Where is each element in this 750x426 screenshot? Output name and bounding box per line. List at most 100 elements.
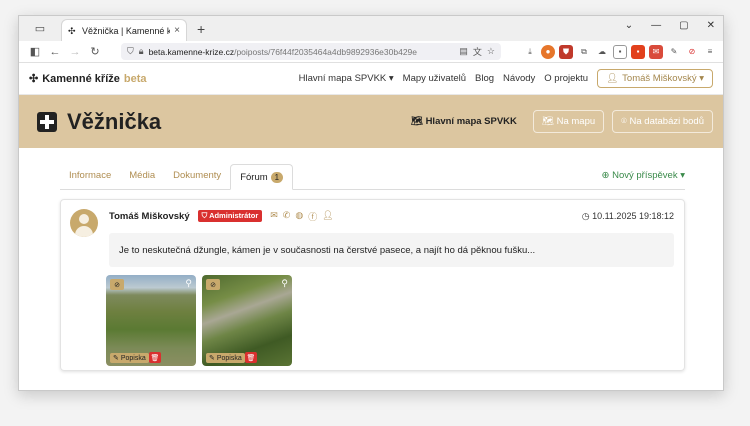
extensions-row: ⤓ ● ⛊ ⧉ ☁ ▪ ▪ ✉ ✎ ⊘ ≡ [523, 44, 717, 59]
url-text[interactable]: beta.kamenne-krize.cz/poiposts/76f44f203… [149, 47, 455, 57]
tab-overflow-icon[interactable]: ⌄ [625, 20, 633, 31]
user-menu-label: Tomáš Miškovský ▾ [622, 73, 704, 84]
pdf-extension-icon[interactable]: ▪ [631, 44, 645, 59]
bitwarden-icon[interactable]: ⛊ [559, 44, 573, 59]
pencil-icon: ✎ [113, 355, 119, 362]
back-icon[interactable]: ← [45, 42, 65, 62]
tab-forum[interactable]: Fórum 1 [230, 164, 294, 190]
lock-icon[interactable]: 🔒︎ [139, 46, 144, 57]
caption-label: Popiska [216, 355, 242, 362]
extensions-puzzle-icon[interactable]: ⧉ [577, 45, 591, 59]
email-icon[interactable]: ✉ [270, 210, 278, 223]
zoom-icon[interactable]: ⚲ [281, 278, 288, 289]
post-image[interactable]: ⊘ ⚲ ✎ Popiska 🗑︎ [106, 275, 196, 366]
reader-view-icon[interactable]: ▤ [459, 46, 468, 57]
tab-title: Věžnička | Kamenné kříže [82, 25, 170, 36]
clock-icon: ◷ [581, 210, 590, 221]
nav-link-user-maps[interactable]: Mapy uživatelů [403, 73, 466, 84]
post-header: Tomáš Miškovský ⛉ Administrátor ✉ ✆ ◍ ⓕ … [109, 209, 674, 223]
avatar [70, 209, 98, 237]
mail-extension-icon[interactable]: ✉ [649, 44, 663, 59]
forward-icon[interactable]: → [65, 42, 85, 62]
firefox-account-icon[interactable]: ● [541, 44, 555, 59]
bookmark-star-icon[interactable]: ☆ [487, 46, 495, 57]
zoom-icon[interactable]: ⚲ [185, 278, 192, 289]
eyedropper-icon[interactable]: ✎ [667, 45, 681, 59]
new-post-label: Nový příspěvek ▾ [612, 170, 685, 181]
page-title: Věžnička [67, 108, 162, 134]
pencil-icon: ✎ [209, 355, 215, 362]
phone-icon[interactable]: ✆ [283, 210, 291, 223]
cross-logo-icon: ✣ [29, 73, 39, 85]
tab-close-icon[interactable]: × [174, 25, 180, 36]
map-pin-icon: ⌾ [621, 116, 627, 127]
menu-hamburger-icon[interactable]: ≡ [703, 45, 717, 59]
main-map-link-label: Hlavní mapa SPVKK [425, 116, 517, 127]
no-location-icon[interactable]: ⊘ [110, 279, 124, 290]
post-body: Je to neskutečná džungle, kámen je v sou… [109, 233, 674, 267]
profile-icon[interactable]: 👤︎ [322, 210, 333, 223]
main-map-link[interactable]: 🗺︎ Hlavní mapa SPVKK [411, 116, 517, 127]
map-icon: 🗺︎ [410, 116, 423, 127]
nav-link-guides[interactable]: Návody [503, 73, 535, 84]
main-content: Informace Média Dokumenty Fórum 1 ⊕ Nový… [19, 160, 723, 371]
shield-icon[interactable]: ⛉ [127, 46, 134, 57]
role-label: Administrátor [209, 211, 259, 220]
post-image[interactable]: ⊘ ⚲ ✎ Popiska 🗑︎ [202, 275, 292, 366]
post-author[interactable]: Tomáš Miškovský [109, 211, 190, 222]
browser-window: ▭ ✣ Věžnička | Kamenné kříže × + ⌄ — ▢ ✕… [18, 15, 724, 391]
caption-button[interactable]: ✎ Popiska [206, 353, 245, 363]
translate-icon[interactable]: 文 [473, 45, 482, 58]
reload-icon[interactable]: ↻ [85, 42, 105, 62]
browser-tab-active[interactable]: ✣ Věžnička | Kamenné kříže × [61, 19, 187, 41]
seo-extension-icon[interactable]: ▪ [613, 44, 627, 59]
tab-media[interactable]: Média [120, 170, 164, 189]
role-badge: ⛉ Administrátor [197, 210, 263, 222]
go-to-database-button[interactable]: ⌾ Na databázi bodů [612, 110, 713, 133]
site-navbar: ✣ Kamenné kříže beta Hlavní mapa SPVKK ▾… [19, 63, 723, 95]
tab-dokumenty[interactable]: Dokumenty [164, 170, 230, 189]
user-menu-button[interactable]: 👤︎ Tomáš Miškovský ▾ [597, 69, 713, 88]
post-date-text: 10.11.2025 19:18:12 [592, 210, 674, 221]
minimize-icon[interactable]: — [651, 20, 661, 31]
adblock-icon[interactable]: ⊘ [685, 45, 699, 59]
brand-beta: beta [123, 72, 147, 85]
window-close-icon[interactable]: ✕ [707, 20, 715, 31]
browser-toolbar: ◧ ← → ↻ ⛉ 🔒︎ beta.kamenne-krize.cz/poipo… [19, 41, 723, 63]
caption-button[interactable]: ✎ Popiska [110, 353, 149, 363]
poi-header: Věžnička 🗺︎ Hlavní mapa SPVKK 🗺︎ Na mapu… [19, 95, 723, 148]
go-to-map-button[interactable]: 🗺︎ Na mapu [532, 110, 605, 133]
cloud-icon[interactable]: ☁ [595, 45, 609, 59]
browser-tabstrip: ▭ ✣ Věžnička | Kamenné kříže × + ⌄ — ▢ ✕ [19, 16, 723, 41]
forum-post: Tomáš Miškovský ⛉ Administrátor ✉ ✆ ◍ ⓕ … [60, 199, 685, 371]
tab-list-icon[interactable]: ▭ [29, 17, 51, 39]
map-outline-icon: 🗺︎ [541, 116, 554, 127]
new-post-button[interactable]: ⊕ Nový příspěvek ▾ [602, 170, 686, 189]
nav-link-main-map[interactable]: Hlavní mapa SPVKK ▾ [299, 73, 394, 84]
user-icon: 👤︎ [606, 73, 619, 84]
trash-icon: 🗑︎ [246, 354, 256, 362]
no-location-icon[interactable]: ⊘ [206, 279, 220, 290]
site-brand[interactable]: ✣ Kamenné kříže beta [29, 72, 147, 86]
downloads-icon[interactable]: ⤓ [523, 45, 537, 59]
sidebar-toggle-icon[interactable]: ◧ [25, 42, 45, 62]
nav-link-blog[interactable]: Blog [475, 73, 494, 84]
new-tab-button[interactable]: + [197, 20, 205, 38]
url-bar[interactable]: ⛉ 🔒︎ beta.kamenne-krize.cz/poiposts/76f4… [121, 43, 501, 60]
caption-label: Popiska [120, 355, 146, 362]
go-to-database-label: Na databázi bodů [629, 116, 704, 127]
brand-name: Kamenné kříže [42, 72, 120, 85]
delete-image-button[interactable]: 🗑︎ [149, 352, 161, 363]
url-domain: beta.kamenne-krize.cz [148, 46, 235, 57]
maximize-icon[interactable]: ▢ [679, 20, 688, 31]
globe-icon[interactable]: ◍ [295, 210, 303, 223]
delete-image-button[interactable]: 🗑︎ [245, 352, 257, 363]
tab-informace[interactable]: Informace [60, 170, 120, 189]
window-controls: ⌄ — ▢ ✕ [625, 20, 715, 31]
nav-links: Hlavní mapa SPVKK ▾ Mapy uživatelů Blog … [299, 69, 713, 88]
header-actions: 🗺︎ Hlavní mapa SPVKK 🗺︎ Na mapu ⌾ Na dat… [411, 110, 713, 133]
facebook-icon[interactable]: ⓕ [308, 210, 317, 223]
tab-forum-label: Fórum [240, 172, 268, 183]
nav-link-about[interactable]: O projektu [544, 73, 588, 84]
go-to-map-label: Na mapu [556, 116, 596, 127]
